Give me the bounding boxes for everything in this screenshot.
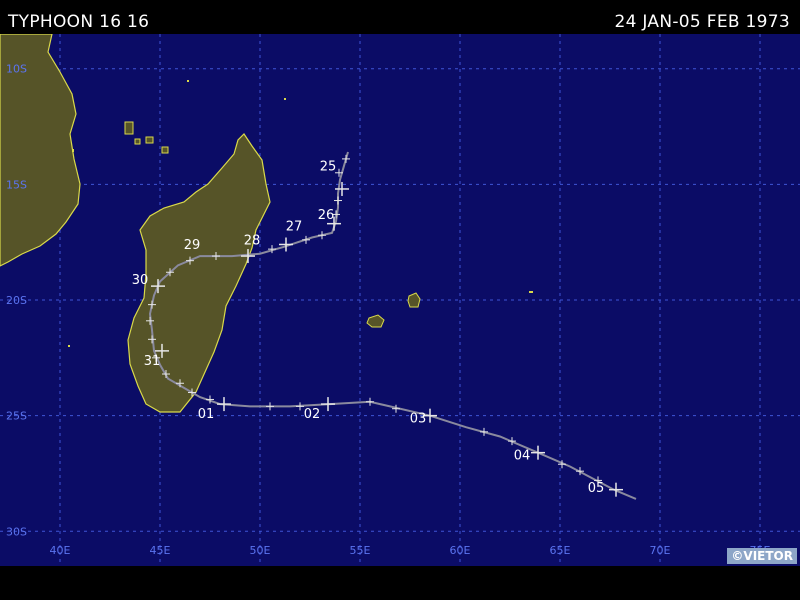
axis-labels: 40E45E50E55E60E65E70E75E10S15S20S25S30S2… [6,63,771,557]
daily-position-marker [609,482,623,497]
latitude-label: 10S [6,63,27,76]
longitude-label: 45E [150,544,171,557]
longitude-label: 40E [50,544,71,557]
landmasses [0,34,533,413]
reunion-island [366,314,385,328]
small-island [187,80,189,82]
storm-title: TYPHOON 16 16 [8,12,150,32]
latitude-label: 25S [6,410,27,423]
track-position-marker [318,231,326,240]
day-label: 25 [320,159,337,174]
track-position-marker [266,402,274,411]
comoros-island [134,138,141,145]
day-label: 26 [318,208,335,223]
longitude-label: 65E [550,544,571,557]
latitude-label: 15S [6,178,27,191]
daily-position-marker [531,445,545,460]
small-island [284,98,286,100]
day-label: 28 [244,233,261,248]
small-island [68,345,70,347]
date-range: 24 JAN-05 FEB 1973 [614,12,790,32]
track-position-marker [366,397,374,406]
comoros-island [145,136,154,144]
day-label: 31 [144,354,161,369]
day-label: 05 [588,481,605,496]
track-position-marker [480,427,488,436]
track-position-marker [334,196,342,205]
map-canvas: 40E45E50E55E60E65E70E75E10S15S20S25S30S2… [0,34,800,566]
latitude-label: 20S [6,294,27,307]
madagascar-land [127,133,271,413]
comoros-island [161,146,169,154]
day-label: 29 [184,238,201,253]
latitude-label: 30S [6,525,27,538]
longitude-label: 50E [250,544,271,557]
day-label: 30 [132,273,149,288]
day-label: 03 [410,412,427,427]
daily-position-marker [279,237,293,252]
longitude-label: 55E [350,544,371,557]
day-label: 27 [286,220,303,235]
day-label: 01 [198,407,215,422]
small-island [529,291,533,293]
track-position-marker [342,154,350,163]
daily-position-marker [217,397,231,412]
track-position-marker [302,235,310,244]
mauritius-island [407,292,421,308]
small-island [72,149,74,152]
day-label: 04 [514,449,531,464]
daily-position-marker [321,397,335,412]
track-position-marker [392,404,400,413]
day-label: 02 [304,407,321,422]
comoros-island [124,121,134,135]
credit-badge: ©VIETOR [727,548,797,564]
longitude-label: 70E [650,544,671,557]
track-map: 40E45E50E55E60E65E70E75E10S15S20S25S30S2… [0,34,800,566]
graticule [0,34,800,566]
longitude-label: 60E [450,544,471,557]
